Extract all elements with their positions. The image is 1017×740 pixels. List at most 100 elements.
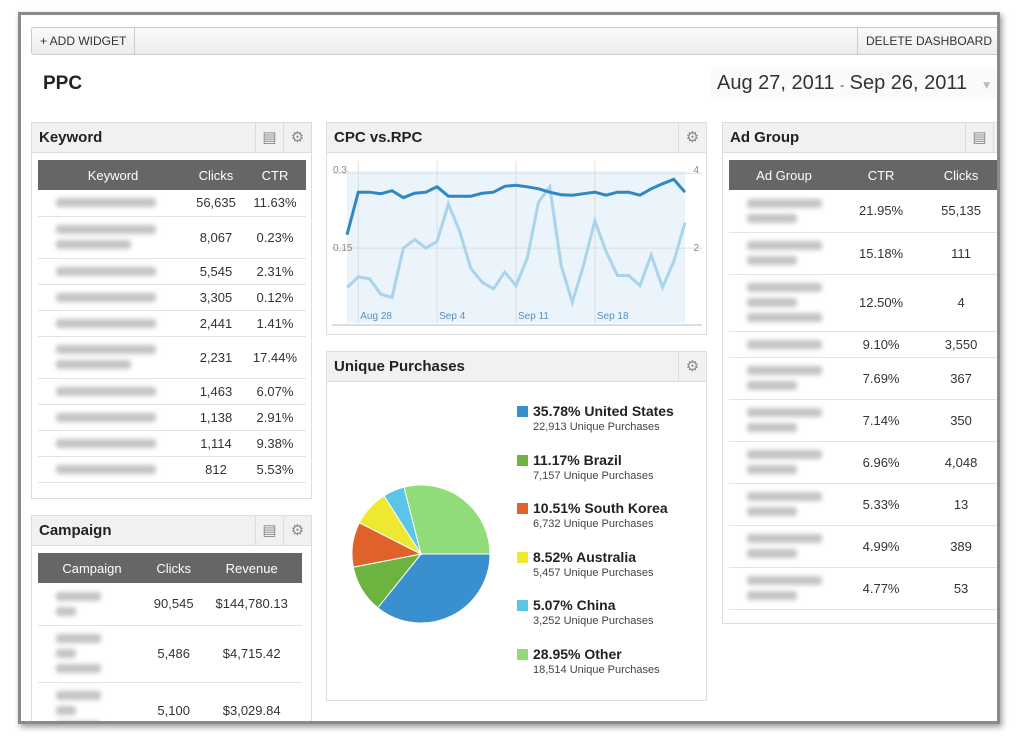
widget-title: Keyword [39, 129, 103, 146]
widget-title: Unique Purchases [334, 358, 465, 375]
legend-label: Brazil [583, 451, 622, 468]
gear-icon[interactable]: ⚙ [678, 123, 706, 153]
table-row[interactable]: 7.69% 367 [729, 357, 997, 400]
table-row[interactable]: 8,067 0.23% [38, 216, 306, 259]
column-header[interactable]: Ad Group [729, 160, 839, 190]
pie-chart [351, 484, 491, 624]
blurred-name-cell [729, 567, 839, 610]
table-row[interactable]: 4.77% 53 [729, 567, 997, 610]
legend-swatch [517, 551, 528, 563]
ctr-cell: 6.07% [243, 378, 306, 405]
x-tick-label: Sep 11 [518, 311, 549, 322]
legend-sub: 6,732 Unique Purchases [533, 518, 654, 531]
column-header[interactable]: Keyword [38, 160, 188, 190]
clicks-cell: 2,441 [188, 310, 244, 337]
legend-item[interactable]: 10.51% South Korea 6,732 Unique Purchases [517, 500, 668, 530]
table-row[interactable]: 12.50% 4 [729, 274, 997, 332]
clicks-cell: 13 [923, 483, 997, 526]
clicks-cell: 1,463 [188, 378, 244, 405]
table-row[interactable]: 1,138 2.91% [38, 404, 306, 431]
legend-pct: 5.07% [533, 597, 573, 614]
table-row[interactable]: 3,305 0.12% [38, 284, 306, 311]
report-icon[interactable]: ▤ [255, 123, 283, 153]
table-row[interactable]: 6.96% 4,048 [729, 441, 997, 484]
table-row[interactable]: 56,635 11.63% [38, 190, 306, 217]
table-row[interactable]: 1,114 9.38% [38, 430, 306, 457]
legend-sub: 7,157 Unique Purchases [533, 469, 654, 482]
legend-item[interactable]: 5.07% China 3,252 Unique Purchases [517, 597, 653, 627]
gear-icon[interactable]: ⚙ [283, 516, 311, 546]
clicks-cell: 812 [188, 456, 244, 483]
legend-label: Australia [576, 548, 636, 565]
table-row[interactable]: 2,231 17.44% [38, 336, 306, 379]
report-icon[interactable]: ▤ [255, 516, 283, 546]
clicks-cell: 4 [923, 274, 997, 332]
column-header[interactable]: Campaign [38, 553, 146, 583]
column-header[interactable]: CTR [839, 160, 924, 190]
table-row[interactable]: 1,463 6.07% [38, 378, 306, 405]
keyword-table: Keyword Clicks CTR 56,635 11.63% 8,067 0.23% 5… [38, 160, 306, 483]
y-tick-label: 0.15 [333, 243, 353, 254]
date-start: Aug 27, 2011 [717, 72, 835, 94]
table-row[interactable]: 4.99% 389 [729, 525, 997, 568]
clicks-cell: 56,635 [188, 190, 244, 217]
column-header[interactable]: Clicks [146, 553, 202, 583]
blurred-name-cell [38, 430, 188, 457]
table-row[interactable]: 21.95% 55,135 [729, 190, 997, 233]
table-row[interactable]: 5,545 2.31% [38, 258, 306, 285]
table-row[interactable]: 15.18% 111 [729, 232, 997, 275]
gear-icon[interactable]: ⚙ [678, 352, 706, 382]
column-header[interactable]: Clicks [188, 160, 244, 190]
legend-item[interactable]: 8.52% Australia 5,457 Unique Purchases [517, 549, 653, 579]
table-row[interactable]: 90,545 $144,780.13 [38, 583, 302, 626]
table-row[interactable]: 7.14% 350 [729, 399, 997, 442]
column-header[interactable]: CTR [243, 160, 306, 190]
ctr-cell: 7.14% [839, 399, 924, 442]
blurred-name-cell [729, 399, 839, 442]
date-end: Sep 26, 2011 [849, 72, 968, 94]
table-row[interactable]: 2,441 1.41% [38, 310, 306, 337]
blurred-name-cell [38, 336, 188, 379]
clicks-cell: 3,550 [923, 331, 997, 358]
blurred-name-cell [38, 404, 188, 431]
table-row[interactable]: 9.10% 3,550 [729, 331, 997, 358]
gear-icon[interactable]: ⚙ [283, 123, 311, 153]
chevron-down-icon[interactable]: ▼ [981, 78, 993, 92]
ctr-cell: 11.63% [243, 190, 306, 217]
legend-swatch [517, 600, 528, 612]
blurred-name-cell [729, 274, 839, 332]
legend-item[interactable]: 35.78% United States 22,913 Unique Purcha… [517, 403, 674, 433]
clicks-cell: 4,048 [923, 441, 997, 484]
table-row[interactable]: 5,486 $4,715.42 [38, 625, 302, 683]
legend-item[interactable]: 11.17% Brazil 7,157 Unique Purchases [517, 452, 653, 482]
delete-dashboard-button[interactable]: DELETE DASHBOARD [856, 28, 997, 54]
report-icon[interactable]: ▤ [965, 123, 993, 153]
blurred-name-cell [38, 378, 188, 405]
ctr-cell: 4.99% [839, 525, 924, 568]
campaign-table: Campaign Clicks Revenue 90,545 $144,780.13 5… [38, 553, 302, 721]
line-chart: Aug 28 Sep 4 Sep 11 Sep 18 0.3 0.15 4 2 [332, 161, 702, 326]
blurred-name-cell [38, 625, 146, 683]
x-tick-label: Aug 28 [360, 311, 392, 322]
legend-item[interactable]: 28.95% Other 18,514 Unique Purchases [517, 646, 660, 676]
page-title: PPC [43, 73, 83, 94]
unique-purchases-widget: Unique Purchases ⚙ 35.78% United States 2… [326, 351, 707, 701]
clicks-cell: 1,114 [188, 430, 244, 457]
date-range-picker[interactable]: Aug 27, 2011 - Sep 26, 2011 ▼ [711, 67, 997, 99]
x-tick-label: Sep 4 [439, 311, 466, 322]
clicks-cell: 90,545 [146, 583, 202, 626]
gear-icon[interactable]: ⚙ [993, 123, 997, 153]
column-header[interactable]: Clicks [923, 160, 997, 190]
clicks-cell: 350 [923, 399, 997, 442]
table-row[interactable]: 812 5.53% [38, 456, 306, 483]
table-row[interactable]: 5,100 $3,029.84 [38, 682, 302, 721]
column-header[interactable]: Revenue [201, 553, 302, 583]
ctr-cell: 9.38% [243, 430, 306, 457]
dashboard: + ADD WIDGET DELETE DASHBOARD PPC Aug 27… [18, 12, 1000, 724]
date-separator: - [840, 78, 845, 92]
table-row[interactable]: 5.33% 13 [729, 483, 997, 526]
add-widget-button[interactable]: + ADD WIDGET [32, 28, 136, 54]
revenue-cell: $4,715.42 [201, 625, 302, 683]
clicks-cell: 5,100 [146, 682, 202, 721]
ctr-cell: 2.91% [243, 404, 306, 431]
